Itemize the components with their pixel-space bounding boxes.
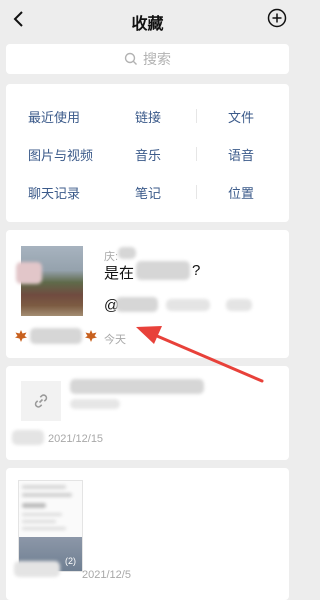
item-date: 2021/12/15	[48, 433, 104, 445]
blurred-redaction	[14, 561, 60, 577]
blurred-redaction	[116, 297, 158, 312]
image-count-badge: (2)	[65, 556, 76, 566]
category-file[interactable]: 文件	[228, 107, 254, 126]
favorite-item-link[interactable]: 2021/12/15	[6, 366, 289, 460]
search-icon	[124, 52, 137, 65]
blurred-redaction	[22, 503, 46, 508]
blurred-redaction	[226, 299, 252, 311]
top-bar: 收藏	[0, 0, 295, 40]
blurred-redaction	[70, 399, 120, 409]
item-time: 今天	[104, 334, 126, 346]
blurred-redaction	[118, 247, 136, 259]
divider	[196, 147, 197, 161]
favorite-item-chat[interactable]: 庆: 是在 ? @ 今天	[6, 230, 289, 358]
category-chat[interactable]: 聊天记录	[28, 183, 80, 202]
maple-leaf-icon	[85, 330, 97, 342]
category-panel: 最近使用 链接 文件 图片与视频 音乐 语音 聊天记录 笔记 位置	[6, 84, 289, 222]
category-location[interactable]: 位置	[228, 183, 254, 202]
item-date: 2021/12/5	[82, 569, 131, 581]
item-title-start: 是在	[104, 265, 135, 282]
blurred-redaction	[30, 328, 82, 344]
category-note[interactable]: 笔记	[135, 183, 161, 202]
category-link[interactable]: 链接	[135, 107, 161, 126]
link-icon	[34, 394, 48, 408]
blurred-redaction	[12, 430, 44, 445]
blurred-redaction	[16, 262, 42, 284]
category-voice[interactable]: 语音	[228, 145, 254, 164]
maple-leaf-icon	[15, 330, 27, 342]
circle-plus-icon[interactable]	[267, 8, 287, 28]
divider	[196, 109, 197, 123]
page-title: 收藏	[131, 16, 164, 33]
search-bar[interactable]: 搜索	[6, 44, 289, 74]
favorite-item-image[interactable]: (2) 2021/12/5	[6, 468, 289, 600]
image-thumbnail: (2)	[18, 480, 83, 572]
blurred-redaction	[166, 299, 210, 311]
blurred-redaction	[70, 379, 204, 394]
category-media[interactable]: 图片与视频	[28, 145, 93, 164]
item-title-end: ?	[192, 262, 201, 279]
category-recent[interactable]: 最近使用	[28, 107, 80, 126]
blurred-redaction	[136, 261, 190, 280]
blurred-redaction	[22, 493, 72, 497]
blurred-redaction	[22, 485, 66, 489]
blurred-redaction	[22, 520, 56, 523]
category-music[interactable]: 音乐	[135, 145, 161, 164]
link-thumbnail	[21, 381, 61, 421]
divider	[196, 185, 197, 199]
blurred-redaction	[22, 513, 62, 516]
search-placeholder: 搜索	[143, 51, 171, 67]
blurred-redaction	[22, 527, 66, 530]
